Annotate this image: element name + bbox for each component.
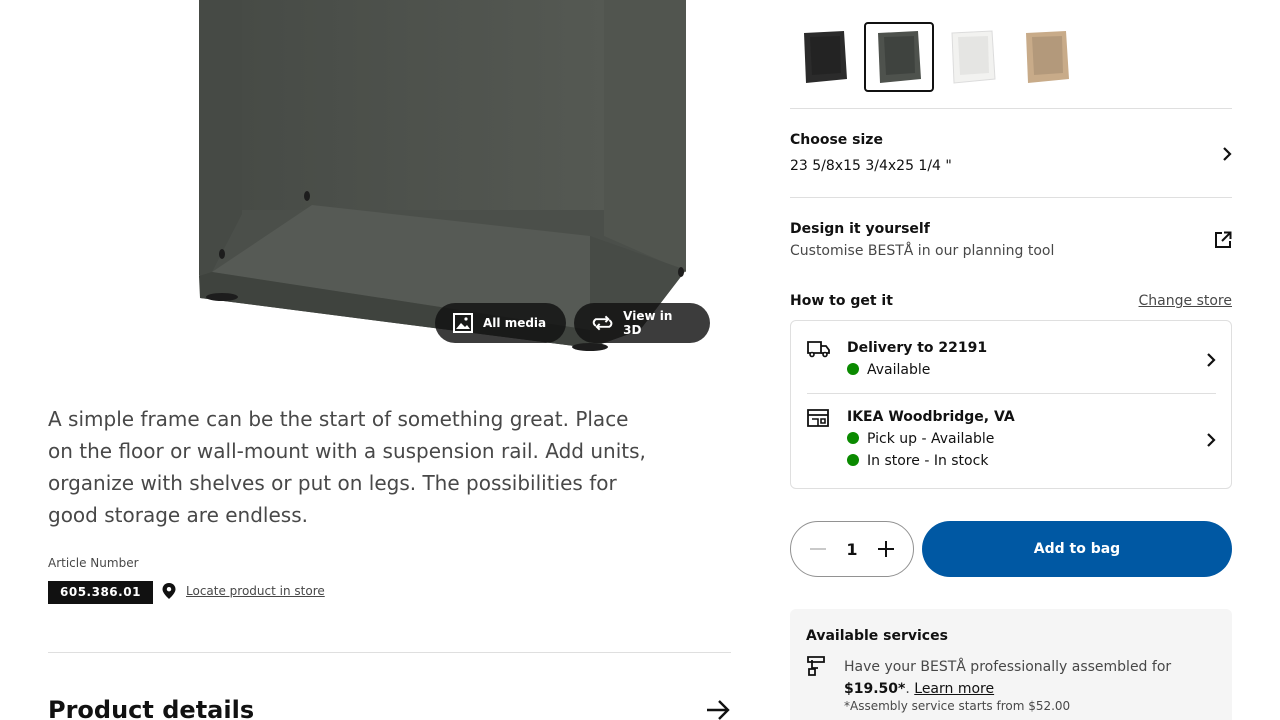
choose-size-row[interactable]: Choose size 23 5/8x15 3/4x25 1/4 " <box>790 129 1232 177</box>
assembly-service-description: Have your BESTÅ professionally assembled… <box>844 659 1172 675</box>
gallery-icon <box>453 313 473 333</box>
product-details-title: Product details <box>48 696 255 720</box>
external-link-icon <box>1215 231 1232 248</box>
how-to-get-it-title: How to get it <box>790 293 893 309</box>
divider <box>48 652 731 653</box>
divider <box>790 108 1232 109</box>
view-in-3d-button[interactable]: View in 3D <box>574 303 710 343</box>
all-media-label: All media <box>483 316 547 330</box>
increase-quantity-button[interactable] <box>876 539 896 559</box>
design-subtitle: Customise BESTÅ in our planning tool <box>790 243 1055 259</box>
status-dot <box>847 432 859 444</box>
divider <box>807 393 1216 394</box>
choose-size-title: Choose size <box>790 132 883 148</box>
swatch-frame-icon <box>951 30 996 84</box>
swatch-frame-icon <box>804 31 847 83</box>
add-to-bag-button[interactable]: Add to bag <box>922 521 1232 577</box>
pickup-status: Pick up - Available <box>867 431 995 447</box>
in-store-status: In store - In stock <box>867 453 989 469</box>
design-it-yourself-row[interactable]: Design it yourself Customise BESTÅ in ou… <box>790 218 1232 262</box>
status-dot <box>847 363 859 375</box>
locate-product-label: Locate product in store <box>186 584 325 598</box>
chevron-right-icon <box>1207 353 1216 367</box>
article-number: 605.386.01 <box>48 581 153 604</box>
location-pin-icon <box>162 583 176 599</box>
delivery-title: Delivery to 22191 <box>847 340 988 356</box>
swatch-white[interactable] <box>938 22 1008 92</box>
chevron-right-icon <box>1223 147 1232 161</box>
store-title: IKEA Woodbridge, VA <box>847 409 1015 425</box>
minus-icon <box>810 548 826 550</box>
product-image[interactable]: All media View in 3D <box>0 0 760 360</box>
learn-more-link[interactable]: Learn more <box>914 681 994 697</box>
plus-icon <box>877 541 894 557</box>
chevron-right-icon <box>1207 433 1216 447</box>
all-media-button[interactable]: All media <box>435 303 566 343</box>
swatch-frame-icon <box>878 31 921 83</box>
availability-box: Delivery to 22191 Available IKEA Woodbri… <box>790 320 1232 489</box>
store-icon <box>807 409 829 427</box>
assembly-service-text: Have your BESTÅ professionally assembled… <box>844 659 1172 697</box>
locate-product-link[interactable]: Locate product in store <box>162 583 325 599</box>
swatch-frame-icon <box>1026 31 1069 83</box>
change-store-link[interactable]: Change store <box>1139 291 1232 311</box>
store-option[interactable]: IKEA Woodbridge, VA Pick up - Available … <box>807 406 1216 472</box>
choose-size-value: 23 5/8x15 3/4x25 1/4 " <box>790 158 952 174</box>
status-dot <box>847 454 859 466</box>
article-number-label: Article Number <box>48 556 139 570</box>
quantity-stepper: 1 <box>790 521 914 577</box>
how-to-get-it-header: How to get it Change store <box>790 291 1232 311</box>
divider <box>790 197 1232 198</box>
available-services-panel: Available services Have your BESTÅ profe… <box>790 609 1232 720</box>
assembly-price: $19.50* <box>844 681 906 697</box>
swatch-dark-gray[interactable] <box>864 22 934 92</box>
quantity-value[interactable]: 1 <box>846 540 857 559</box>
product-details-row[interactable]: Product details <box>48 690 731 720</box>
swatch-black-brown[interactable] <box>790 22 860 92</box>
product-description: A simple frame can be the start of somet… <box>48 407 646 527</box>
color-swatches <box>790 22 1082 92</box>
rotate-3d-icon <box>592 315 613 331</box>
design-title: Design it yourself <box>790 221 930 237</box>
swatch-oak[interactable] <box>1012 22 1082 92</box>
view-in-3d-label: View in 3D <box>623 309 673 337</box>
assembly-service-note: *Assembly service starts from $52.00 <box>844 699 1071 713</box>
delivery-option[interactable]: Delivery to 22191 Available <box>807 337 1216 381</box>
arrow-right-icon <box>707 700 730 720</box>
available-services-title: Available services <box>806 628 948 644</box>
assembly-tool-icon <box>807 656 825 676</box>
delivery-truck-icon <box>807 341 830 358</box>
decrease-quantity-button[interactable] <box>808 539 828 559</box>
delivery-status: Available <box>867 362 931 378</box>
